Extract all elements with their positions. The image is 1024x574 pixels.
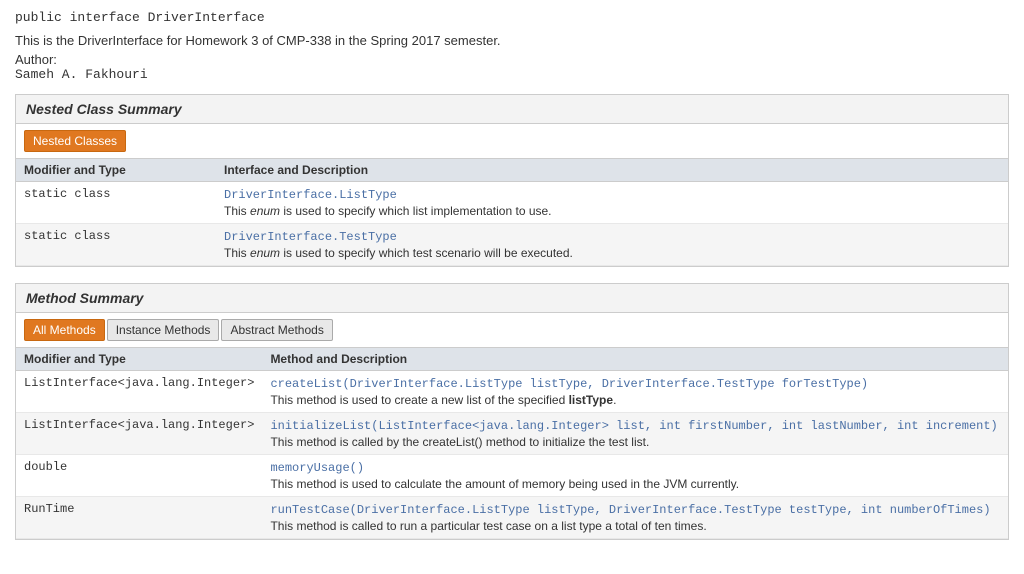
nested-class-table: Modifier and Type Interface and Descript… bbox=[16, 159, 1008, 266]
method-description-text: This method is used to create a new list… bbox=[270, 393, 1000, 407]
code-header: public interface DriverInterface bbox=[15, 10, 1009, 25]
method-link[interactable]: createList(DriverInterface.ListType list… bbox=[270, 377, 868, 391]
table-row: ListInterface<java.lang.Integer> createLi… bbox=[16, 371, 1008, 413]
nested-classes-tab-row: Nested Classes bbox=[16, 124, 1008, 159]
class-link[interactable]: DriverInterface.ListType bbox=[224, 188, 397, 202]
method-summary-title: Method Summary bbox=[16, 284, 1008, 313]
table-row: static class DriverInterface.TestType This… bbox=[16, 224, 1008, 266]
method-description-cell: memoryUsage() This method is used to calc… bbox=[262, 455, 1008, 497]
modifier-cell: RunTime bbox=[16, 497, 262, 539]
class-declaration: public interface DriverInterface This is… bbox=[15, 10, 1009, 82]
method-tab[interactable]: Abstract Methods bbox=[221, 319, 332, 341]
nested-class-summary-section: Nested Class Summary Nested Classes Modi… bbox=[15, 94, 1009, 267]
class-description: This is the DriverInterface for Homework… bbox=[15, 33, 1009, 48]
description-cell: DriverInterface.TestType This enum is use… bbox=[216, 224, 1008, 266]
table-row: ListInterface<java.lang.Integer> initiali… bbox=[16, 413, 1008, 455]
modifier-cell: ListInterface<java.lang.Integer> bbox=[16, 371, 262, 413]
modifier-cell: static class bbox=[16, 182, 216, 224]
method-link[interactable]: runTestCase(DriverInterface.ListType lis… bbox=[270, 503, 990, 517]
table-row: double memoryUsage() This method is used t… bbox=[16, 455, 1008, 497]
class-link[interactable]: DriverInterface.TestType bbox=[224, 230, 397, 244]
nested-class-summary-title: Nested Class Summary bbox=[16, 95, 1008, 124]
modifier-cell: double bbox=[16, 455, 262, 497]
method-col2-header: Method and Description bbox=[262, 348, 1008, 371]
author-name: Sameh A. Fakhouri bbox=[15, 67, 1009, 82]
method-description-cell: createList(DriverInterface.ListType list… bbox=[262, 371, 1008, 413]
method-description-text: This method is called by the createList(… bbox=[270, 435, 1000, 449]
method-tab[interactable]: All Methods bbox=[24, 319, 105, 341]
method-tab[interactable]: Instance Methods bbox=[107, 319, 220, 341]
method-description-text: This method is used to calculate the amo… bbox=[270, 477, 1000, 491]
method-description-cell: initializeList(ListInterface<java.lang.I… bbox=[262, 413, 1008, 455]
table-row: RunTime runTestCase(DriverInterface.ListT… bbox=[16, 497, 1008, 539]
nested-col2-header: Interface and Description bbox=[216, 159, 1008, 182]
method-table: Modifier and Type Method and Description… bbox=[16, 348, 1008, 539]
method-col1-header: Modifier and Type bbox=[16, 348, 262, 371]
modifier-cell: static class bbox=[16, 224, 216, 266]
author-label: Author: bbox=[15, 52, 1009, 67]
method-link[interactable]: initializeList(ListInterface<java.lang.I… bbox=[270, 419, 997, 433]
method-tabs-row: All MethodsInstance MethodsAbstract Meth… bbox=[16, 313, 1008, 348]
method-description-cell: runTestCase(DriverInterface.ListType lis… bbox=[262, 497, 1008, 539]
row-description: This enum is used to specify which list … bbox=[224, 204, 1000, 218]
method-summary-section: Method Summary All MethodsInstance Metho… bbox=[15, 283, 1009, 540]
table-row: static class DriverInterface.ListType This… bbox=[16, 182, 1008, 224]
description-cell: DriverInterface.ListType This enum is use… bbox=[216, 182, 1008, 224]
row-description: This enum is used to specify which test … bbox=[224, 246, 1000, 260]
modifier-cell: ListInterface<java.lang.Integer> bbox=[16, 413, 262, 455]
nested-classes-tab[interactable]: Nested Classes bbox=[24, 130, 126, 152]
method-description-text: This method is called to run a particula… bbox=[270, 519, 1000, 533]
method-link[interactable]: memoryUsage() bbox=[270, 461, 364, 475]
nested-col1-header: Modifier and Type bbox=[16, 159, 216, 182]
